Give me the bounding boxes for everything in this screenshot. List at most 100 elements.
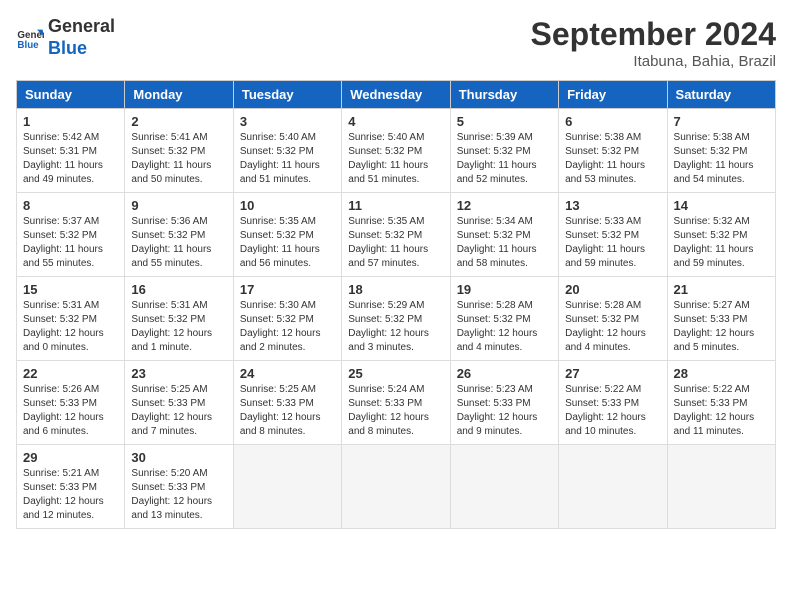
month-title: September 2024 [531, 16, 776, 53]
day-info: Sunrise: 5:37 AM Sunset: 5:32 PM Dayligh… [23, 215, 118, 271]
day-number: 7 [674, 114, 769, 129]
week-row-3: 15 Sunrise: 5:31 AM Sunset: 5:32 PM Dayli… [17, 277, 776, 361]
day-number: 30 [131, 450, 226, 465]
weekday-saturday: Saturday [667, 81, 775, 109]
calendar-cell: 14 Sunrise: 5:32 AM Sunset: 5:32 PM Dayli… [667, 193, 775, 277]
calendar-cell: 20 Sunrise: 5:28 AM Sunset: 5:32 PM Dayli… [559, 277, 667, 361]
day-number: 10 [240, 198, 335, 213]
day-number: 19 [457, 282, 552, 297]
calendar-body: 1 Sunrise: 5:42 AM Sunset: 5:31 PM Daylig… [17, 109, 776, 529]
calendar-cell [233, 445, 341, 529]
calendar-cell: 6 Sunrise: 5:38 AM Sunset: 5:32 PM Daylig… [559, 109, 667, 193]
weekday-wednesday: Wednesday [342, 81, 450, 109]
calendar-cell [450, 445, 558, 529]
day-number: 18 [348, 282, 443, 297]
day-number: 20 [565, 282, 660, 297]
day-info: Sunrise: 5:28 AM Sunset: 5:32 PM Dayligh… [565, 299, 660, 355]
calendar-cell: 27Sunrise: 5:22 AM Sunset: 5:33 PM Dayli… [559, 361, 667, 445]
calendar-cell: 25 Sunrise: 5:24 AM Sunset: 5:33 PM Dayli… [342, 361, 450, 445]
calendar-cell: 28Sunrise: 5:22 AM Sunset: 5:33 PM Dayli… [667, 361, 775, 445]
location: Itabuna, Bahia, Brazil [531, 53, 776, 70]
day-number: 27 [565, 366, 660, 381]
calendar-cell: 21 Sunrise: 5:27 AM Sunset: 5:33 PM Dayli… [667, 277, 775, 361]
day-number: 24 [240, 366, 335, 381]
calendar-cell: 7Sunrise: 5:38 AM Sunset: 5:32 PM Daylig… [667, 109, 775, 193]
calendar-cell: 2 Sunrise: 5:41 AM Sunset: 5:32 PM Daylig… [125, 109, 233, 193]
calendar-cell: 10 Sunrise: 5:35 AM Sunset: 5:32 PM Dayli… [233, 193, 341, 277]
weekday-header-row: SundayMondayTuesdayWednesdayThursdayFrid… [17, 81, 776, 109]
day-info: Sunrise: 5:31 AM Sunset: 5:32 PM Dayligh… [23, 299, 118, 355]
weekday-friday: Friday [559, 81, 667, 109]
day-number: 14 [674, 198, 769, 213]
day-info: Sunrise: 5:38 AM Sunset: 5:32 PM Dayligh… [565, 131, 660, 187]
day-info: Sunrise: 5:35 AM Sunset: 5:32 PM Dayligh… [348, 215, 443, 271]
calendar-cell [667, 445, 775, 529]
day-number: 5 [457, 114, 552, 129]
calendar-cell: 8Sunrise: 5:37 AM Sunset: 5:32 PM Daylig… [17, 193, 125, 277]
logo-icon: General Blue [16, 24, 44, 52]
page-header: General Blue General Blue September 2024… [16, 16, 776, 70]
calendar-cell: 22 Sunrise: 5:26 AM Sunset: 5:33 PM Dayli… [17, 361, 125, 445]
day-info: Sunrise: 5:21 AM Sunset: 5:33 PM Dayligh… [23, 467, 118, 523]
weekday-sunday: Sunday [17, 81, 125, 109]
calendar-cell: 30 Sunrise: 5:20 AM Sunset: 5:33 PM Dayli… [125, 445, 233, 529]
calendar-cell: 9Sunrise: 5:36 AM Sunset: 5:32 PM Daylig… [125, 193, 233, 277]
day-info: Sunrise: 5:29 AM Sunset: 5:32 PM Dayligh… [348, 299, 443, 355]
day-info: Sunrise: 5:25 AM Sunset: 5:33 PM Dayligh… [131, 383, 226, 439]
day-info: Sunrise: 5:22 AM Sunset: 5:33 PM Dayligh… [674, 383, 769, 439]
title-block: September 2024 Itabuna, Bahia, Brazil [531, 16, 776, 70]
calendar-cell: 23 Sunrise: 5:25 AM Sunset: 5:33 PM Dayli… [125, 361, 233, 445]
day-info: Sunrise: 5:20 AM Sunset: 5:33 PM Dayligh… [131, 467, 226, 523]
weekday-monday: Monday [125, 81, 233, 109]
calendar-cell: 5 Sunrise: 5:39 AM Sunset: 5:32 PM Daylig… [450, 109, 558, 193]
weekday-tuesday: Tuesday [233, 81, 341, 109]
day-number: 22 [23, 366, 118, 381]
day-number: 6 [565, 114, 660, 129]
day-number: 21 [674, 282, 769, 297]
weekday-thursday: Thursday [450, 81, 558, 109]
day-info: Sunrise: 5:40 AM Sunset: 5:32 PM Dayligh… [348, 131, 443, 187]
day-number: 4 [348, 114, 443, 129]
day-number: 13 [565, 198, 660, 213]
day-info: Sunrise: 5:41 AM Sunset: 5:32 PM Dayligh… [131, 131, 226, 187]
day-number: 25 [348, 366, 443, 381]
day-info: Sunrise: 5:24 AM Sunset: 5:33 PM Dayligh… [348, 383, 443, 439]
day-info: Sunrise: 5:32 AM Sunset: 5:32 PM Dayligh… [674, 215, 769, 271]
day-number: 15 [23, 282, 118, 297]
calendar-cell: 19 Sunrise: 5:28 AM Sunset: 5:32 PM Dayli… [450, 277, 558, 361]
calendar-cell: 29 Sunrise: 5:21 AM Sunset: 5:33 PM Dayli… [17, 445, 125, 529]
day-number: 16 [131, 282, 226, 297]
calendar-cell: 18 Sunrise: 5:29 AM Sunset: 5:32 PM Dayli… [342, 277, 450, 361]
day-number: 3 [240, 114, 335, 129]
day-info: Sunrise: 5:40 AM Sunset: 5:32 PM Dayligh… [240, 131, 335, 187]
day-number: 1 [23, 114, 118, 129]
logo: General Blue General Blue [16, 16, 115, 59]
week-row-5: 29 Sunrise: 5:21 AM Sunset: 5:33 PM Dayli… [17, 445, 776, 529]
day-info: Sunrise: 5:39 AM Sunset: 5:32 PM Dayligh… [457, 131, 552, 187]
week-row-2: 8Sunrise: 5:37 AM Sunset: 5:32 PM Daylig… [17, 193, 776, 277]
svg-text:Blue: Blue [17, 39, 39, 50]
calendar-cell: 15 Sunrise: 5:31 AM Sunset: 5:32 PM Dayli… [17, 277, 125, 361]
day-number: 11 [348, 198, 443, 213]
calendar-cell: 1 Sunrise: 5:42 AM Sunset: 5:31 PM Daylig… [17, 109, 125, 193]
week-row-1: 1 Sunrise: 5:42 AM Sunset: 5:31 PM Daylig… [17, 109, 776, 193]
day-number: 17 [240, 282, 335, 297]
week-row-4: 22 Sunrise: 5:26 AM Sunset: 5:33 PM Dayli… [17, 361, 776, 445]
calendar-table: SundayMondayTuesdayWednesdayThursdayFrid… [16, 80, 776, 529]
day-info: Sunrise: 5:34 AM Sunset: 5:32 PM Dayligh… [457, 215, 552, 271]
day-info: Sunrise: 5:25 AM Sunset: 5:33 PM Dayligh… [240, 383, 335, 439]
day-info: Sunrise: 5:36 AM Sunset: 5:32 PM Dayligh… [131, 215, 226, 271]
day-number: 29 [23, 450, 118, 465]
day-info: Sunrise: 5:35 AM Sunset: 5:32 PM Dayligh… [240, 215, 335, 271]
day-info: Sunrise: 5:42 AM Sunset: 5:31 PM Dayligh… [23, 131, 118, 187]
day-number: 23 [131, 366, 226, 381]
day-number: 2 [131, 114, 226, 129]
logo-text: General Blue [48, 16, 115, 59]
day-info: Sunrise: 5:31 AM Sunset: 5:32 PM Dayligh… [131, 299, 226, 355]
day-info: Sunrise: 5:27 AM Sunset: 5:33 PM Dayligh… [674, 299, 769, 355]
day-info: Sunrise: 5:26 AM Sunset: 5:33 PM Dayligh… [23, 383, 118, 439]
day-info: Sunrise: 5:23 AM Sunset: 5:33 PM Dayligh… [457, 383, 552, 439]
calendar-cell: 26 Sunrise: 5:23 AM Sunset: 5:33 PM Dayli… [450, 361, 558, 445]
day-info: Sunrise: 5:28 AM Sunset: 5:32 PM Dayligh… [457, 299, 552, 355]
day-number: 26 [457, 366, 552, 381]
